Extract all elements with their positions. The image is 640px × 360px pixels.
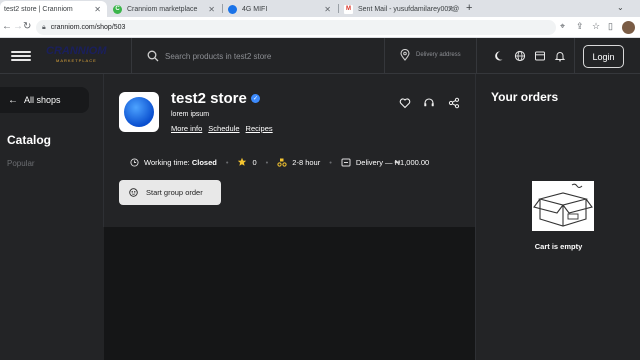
share-icon[interactable]: ⇪ [576,21,584,32]
delivery-placeholder: Delivery address [416,52,461,58]
side-panel-icon[interactable]: ▯ [608,21,613,32]
shop-links: More info Schedule Recipes [171,124,279,133]
moon-icon[interactable] [494,50,506,62]
app-header: CRANNIOM MARKETPLACE Delivery address Lo… [0,38,640,74]
gmail-favicon-icon: M [344,4,353,14]
shop-info-row: Working time: Closed • 0 • 2-8 hour • De… [130,157,429,167]
delivery-time-value: 2-8 hour [292,157,321,167]
location-pin-icon [400,49,410,61]
close-icon[interactable]: ✕ [208,5,215,14]
browser-tab-bar: test2 store | Cranniom ✕ C Cranniom mark… [0,0,640,17]
shop-description: lorem ipsum [171,111,210,118]
group-icon [129,188,138,197]
shop-logo [119,92,159,132]
close-icon[interactable]: ✕ [324,5,331,14]
tab-title: 4G MIFI [242,5,268,13]
bell-icon[interactable] [554,50,566,62]
all-shops-label: All shops [24,95,61,105]
browser-address-bar: ← → ↻ 🔒︎ cranniom.com/shop/503 ⌖ ⇪ ☆ ▯ [0,17,640,38]
cranniom-favicon-icon: C [113,4,122,14]
products-area [104,227,475,360]
forward-arrow-icon[interactable]: → [13,21,23,32]
recipes-link[interactable]: Recipes [246,124,273,133]
tab-title: test2 store | Cranniom [4,5,73,13]
tab-test2-store[interactable]: test2 store | Cranniom ✕ [0,1,107,17]
tab-title: Sent Mail - yusufdamilarey007@ [358,5,460,13]
bike-icon [277,158,287,167]
more-info-link[interactable]: More info [171,124,202,133]
orders-panel: Your orders Cart is empty [475,74,640,360]
working-time-label: Working time: [144,157,190,167]
rating-value: 0 [252,157,257,167]
search-icon [147,50,159,62]
clock-icon [130,157,139,167]
verified-badge-icon: ✓ [251,94,260,103]
arrow-left-icon: ← [8,94,18,106]
orders-title: Your orders [491,90,559,104]
sidebar: ← All shops Catalog Popular [0,74,103,360]
cranniom-logo[interactable]: CRANNIOM MARKETPLACE [46,45,116,67]
logo-text: CRANNIOM [46,45,107,57]
star-icon[interactable]: ☆ [592,21,600,32]
delivery-fee: Delivery — ₦1,000.00 [341,158,429,167]
shop-header: test2 store ✓ lorem ipsum More info Sche… [103,74,475,227]
working-time-value: Closed [191,157,217,167]
profile-avatar[interactable] [622,21,635,34]
globe-icon[interactable] [514,50,526,62]
support-icon[interactable] [423,97,435,109]
delivery-time: 2-8 hour [277,157,320,167]
delivery-fee-value: Delivery — ₦1,000.00 [355,157,430,167]
menu-icon[interactable] [11,51,31,61]
close-icon[interactable]: ✕ [94,5,101,14]
url-text: cranniom.com/shop/503 [50,24,126,31]
receipt-icon [341,158,351,166]
reload-icon[interactable]: ↻ [23,21,31,32]
search-input[interactable] [165,49,365,63]
sidebar-item-popular[interactable]: Popular [7,159,35,168]
login-button[interactable]: Login [583,45,624,68]
schedule-link[interactable]: Schedule [208,124,239,133]
all-shops-button[interactable]: ← All shops [0,87,89,113]
working-time: Working time: Closed [130,158,217,167]
shop-name: test2 store [171,90,247,107]
store-icon[interactable] [534,50,546,62]
tab-title: Cranniom marketplace [127,5,198,13]
start-group-order-button[interactable]: Start group order [119,180,221,205]
tab-sent-mail[interactable]: M Sent Mail - yusufdamilarey007@ ✕ [340,1,460,17]
group-order-label: Start group order [146,188,203,197]
location-icon[interactable]: ⌖ [560,21,565,32]
lock-icon: 🔒︎ [42,23,46,31]
tab-cranniom-marketplace[interactable]: C Cranniom marketplace ✕ [109,1,221,17]
star-icon [238,157,247,166]
back-arrow-icon[interactable]: ← [2,21,12,32]
logo-subtext: MARKETPLACE [56,58,97,63]
cart-empty-text: Cart is empty [534,242,583,251]
empty-box-icon [532,181,594,231]
delivery-address-field[interactable]: Delivery address [400,49,461,61]
new-tab-button[interactable]: + [466,2,472,14]
catalog-title: Catalog [7,133,52,147]
globe-favicon-icon [228,4,237,14]
tab-4g-mifi[interactable]: 4G MIFI ✕ [224,1,337,17]
heart-icon[interactable] [399,97,411,109]
chevron-down-icon[interactable]: ⌄ [617,3,629,13]
share-icon[interactable] [448,97,460,109]
close-icon[interactable]: ✕ [447,5,454,14]
rating: 0 [237,157,257,167]
url-field[interactable]: 🔒︎ cranniom.com/shop/503 [36,20,556,35]
